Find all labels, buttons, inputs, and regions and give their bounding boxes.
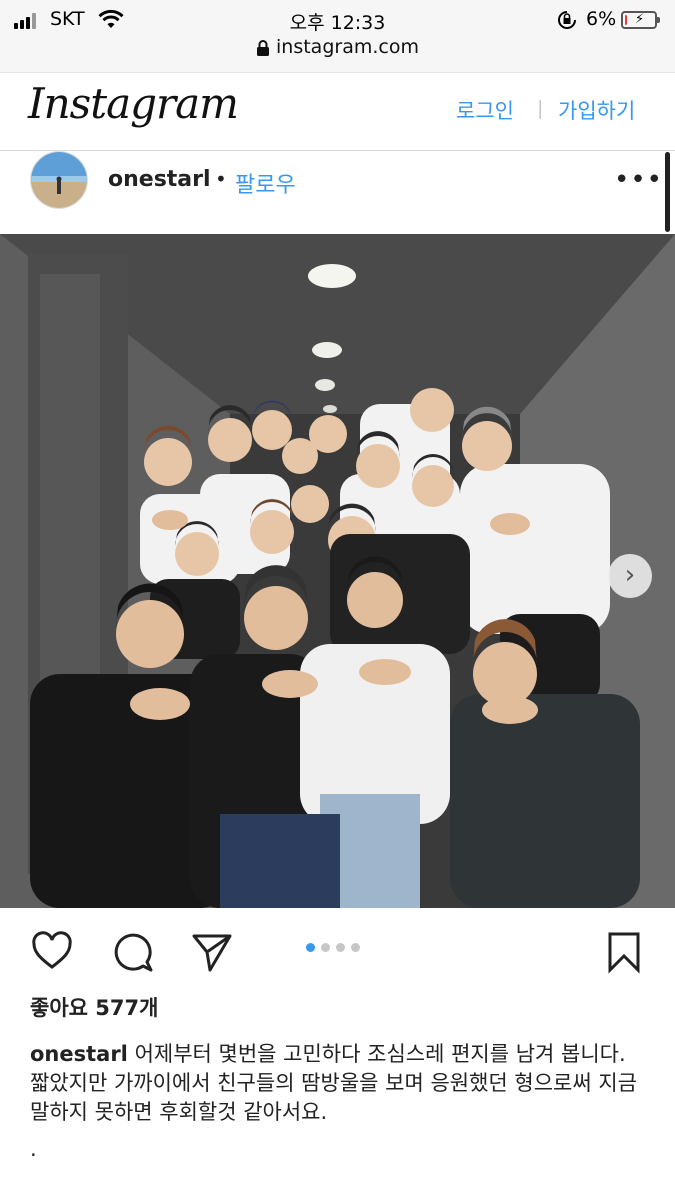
more-options-button[interactable]: ••• xyxy=(614,165,663,195)
heart-icon[interactable] xyxy=(30,930,74,974)
comment-icon[interactable] xyxy=(111,930,155,974)
like-count[interactable]: 좋아요 577개 xyxy=(30,992,158,1022)
post-username[interactable]: onestarl xyxy=(108,167,211,192)
page-scrollbar[interactable] xyxy=(665,152,670,232)
carousel-dot xyxy=(351,943,360,952)
bullet-separator: • xyxy=(215,167,227,191)
post-header: onestarl • 팔로우 ••• xyxy=(0,151,675,233)
user-avatar[interactable] xyxy=(30,151,88,209)
post-photo[interactable]: › xyxy=(0,234,675,908)
status-bar: SKT 오후 12:33 6% ⚡ instagram.com xyxy=(0,0,675,73)
caption-username[interactable]: onestarl xyxy=(30,1042,128,1066)
share-icon[interactable] xyxy=(190,930,234,974)
bookmark-icon[interactable] xyxy=(602,930,646,974)
url-text: instagram.com xyxy=(276,36,419,58)
signup-link[interactable]: 가입하기 xyxy=(558,95,635,125)
post-actions xyxy=(0,908,675,988)
carousel-dot xyxy=(321,943,330,952)
carousel-dot xyxy=(336,943,345,952)
rotation-lock-icon xyxy=(558,11,576,29)
group-photo-illustration xyxy=(0,234,675,908)
carousel-dot-active xyxy=(306,943,315,952)
instagram-logo[interactable]: Instagram xyxy=(28,79,239,128)
follow-button[interactable]: 팔로우 xyxy=(235,167,296,199)
battery-percentage: 6% xyxy=(586,8,617,30)
battery-icon: ⚡ xyxy=(621,11,660,29)
address-bar[interactable]: instagram.com xyxy=(0,36,675,58)
header-separator: | xyxy=(537,97,544,119)
post-caption: onestarl 어제부터 몇번을 고민하다 조심스레 편지를 남겨 봅니다. … xyxy=(30,1040,650,1164)
login-link[interactable]: 로그인 xyxy=(456,95,514,125)
instagram-header: Instagram 로그인 | 가입하기 xyxy=(0,73,675,151)
lock-icon xyxy=(257,39,270,56)
chevron-right-icon[interactable]: › xyxy=(608,554,652,598)
caption-line: 어제부터 몇번을 고민하다 조심스레 편지를 남겨 봅니다. xyxy=(134,1042,626,1066)
caption-line: 짧았지만 가까이에서 친구들의 땀방울을 보며 응원했던 형으로써 지금 말하지… xyxy=(30,1071,638,1124)
carousel-indicator xyxy=(306,937,366,956)
caption-line: . xyxy=(30,1137,37,1161)
